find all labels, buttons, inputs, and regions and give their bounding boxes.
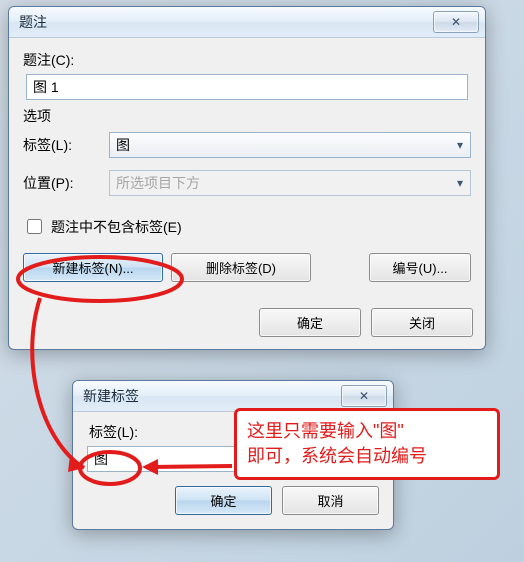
delete-label-button[interactable]: 删除标签(D) <box>171 253 311 282</box>
ok-button[interactable]: 确定 <box>259 308 361 337</box>
exclude-label-checkbox[interactable] <box>27 219 42 234</box>
position-select: 所选项目下方 <box>109 170 471 196</box>
caption-dialog: 题注 ✕ 题注(C): 选项 标签(L): 图 位置(P): 所选项目下方 题注… <box>8 6 486 350</box>
close-icon[interactable]: ✕ <box>341 385 387 407</box>
annotation-callout: 这里只需要输入"图" 即可，系统会自动编号 <box>234 408 500 480</box>
label-select[interactable]: 图 <box>109 132 471 158</box>
exclude-label-text: 题注中不包含标签(E) <box>51 217 182 237</box>
window-title: 题注 <box>19 12 433 32</box>
close-button[interactable]: 关闭 <box>371 308 473 337</box>
caption-label: 题注(C): <box>23 50 471 70</box>
titlebar[interactable]: 题注 ✕ <box>9 7 485 38</box>
new-label-button[interactable]: 新建标签(N)... <box>23 253 163 282</box>
window-title: 新建标签 <box>83 386 341 406</box>
close-icon[interactable]: ✕ <box>433 11 479 33</box>
caption-input[interactable] <box>26 74 468 100</box>
nl-ok-button[interactable]: 确定 <box>175 486 272 515</box>
nl-cancel-button[interactable]: 取消 <box>282 486 379 515</box>
label-row-label: 标签(L): <box>23 135 99 155</box>
numbering-button[interactable]: 编号(U)... <box>369 253 471 282</box>
position-row-label: 位置(P): <box>23 173 99 193</box>
options-title: 选项 <box>23 106 471 126</box>
